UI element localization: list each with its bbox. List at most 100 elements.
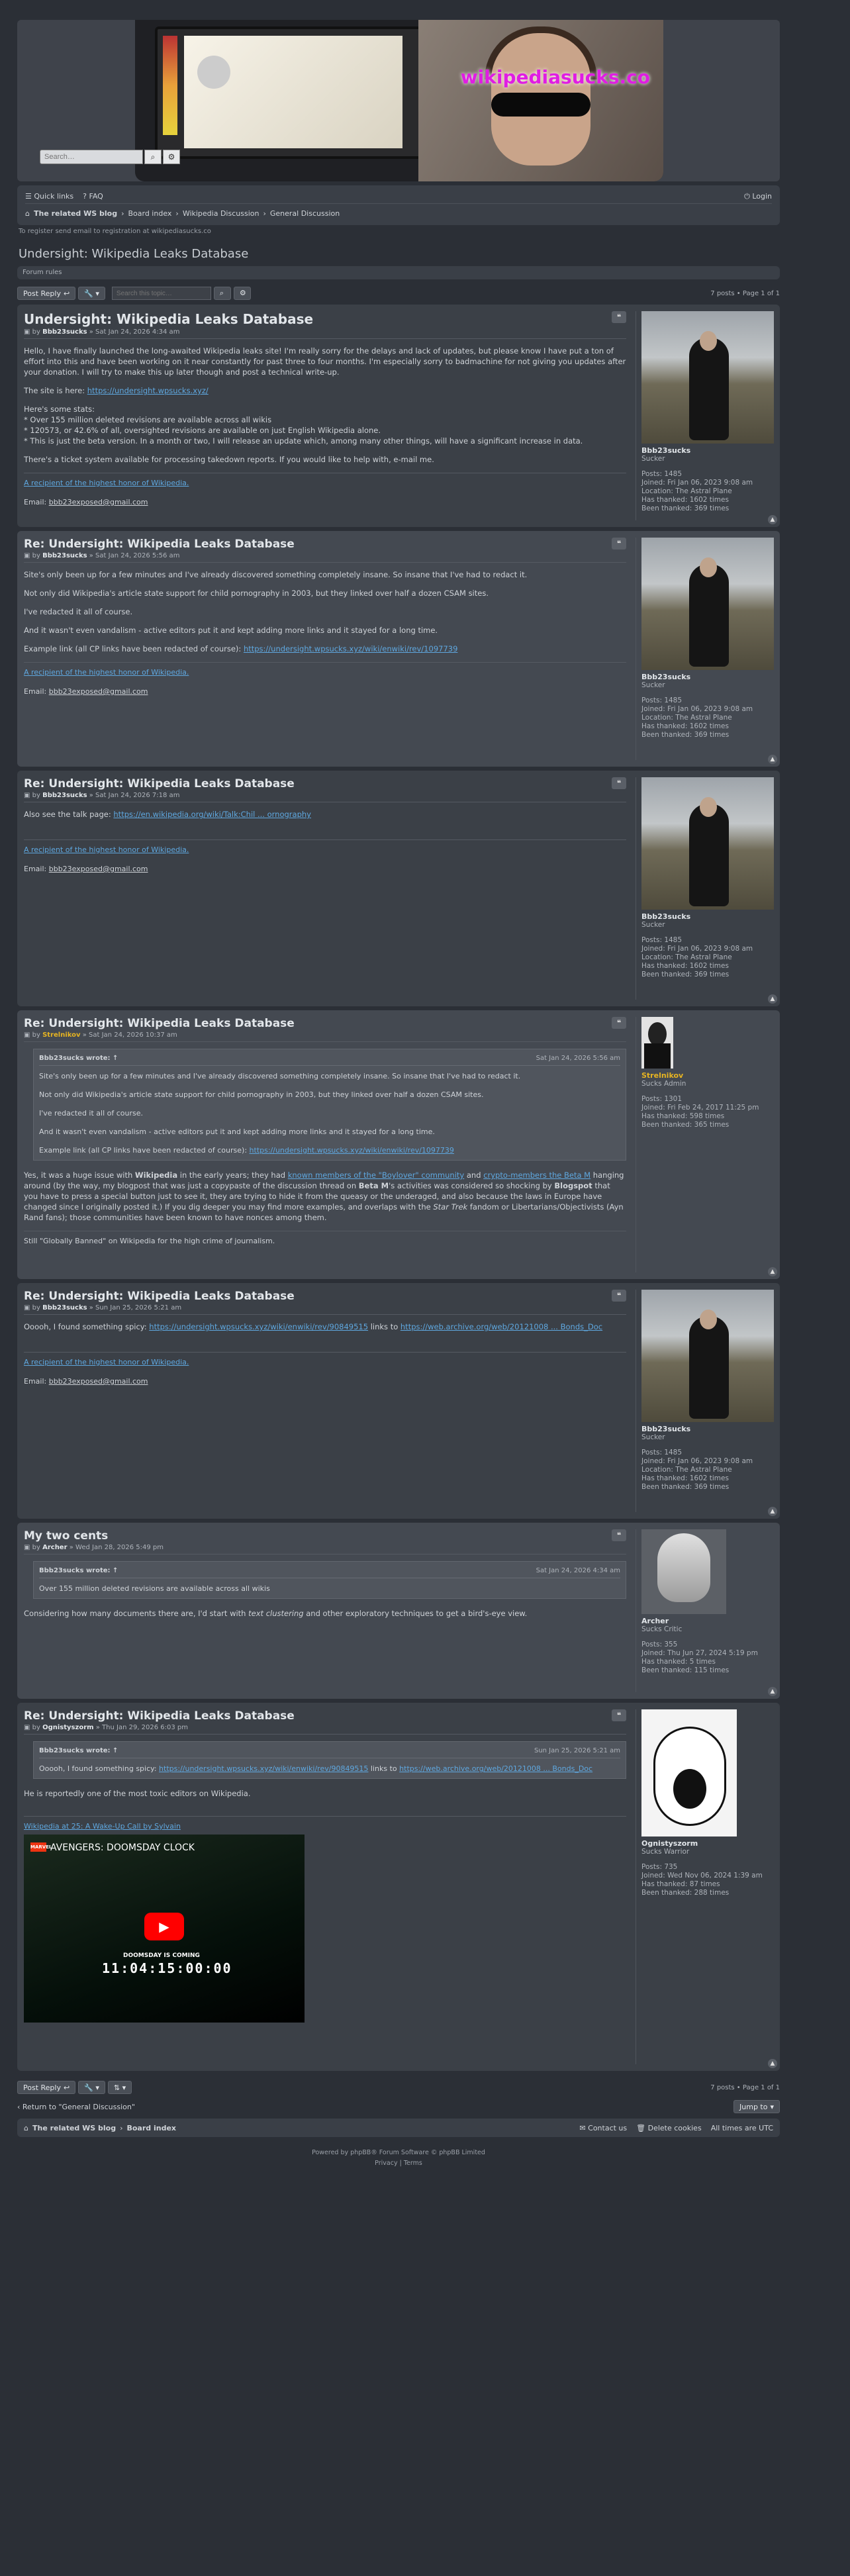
avatar[interactable] — [641, 538, 774, 670]
signature: A recipient of the highest honor of Wiki… — [24, 839, 626, 873]
delete-cookies-link[interactable]: 🗑 Delete cookies — [636, 2124, 702, 2132]
post-title[interactable]: Undersight: Wikipedia Leaks Database — [24, 311, 626, 327]
topic-search-input[interactable] — [111, 287, 211, 300]
quote-icon[interactable]: ❝ — [612, 538, 626, 549]
terms-link[interactable]: Terms — [404, 2160, 422, 2167]
topic-title[interactable]: Undersight: Wikipedia Leaks Database — [19, 247, 780, 261]
post-content: Also see the talk page: https://en.wikip… — [24, 810, 311, 819]
post-content: Bbb23sucks wrote: ↑ Sat Jan 24, 2026 5:56… — [24, 1049, 626, 1223]
site-header: wikipediasucks.co ⌕ ⚙ — [17, 20, 780, 181]
post-reply-button[interactable]: Post Reply ↩ — [17, 2081, 76, 2094]
banner-face-image — [418, 20, 663, 181]
post-content: Hello, I have finally launched the long-… — [24, 346, 626, 464]
quote-icon[interactable]: ❝ — [612, 1017, 626, 1029]
quote-icon[interactable]: ❝ — [612, 1709, 626, 1721]
back-to-top-icon[interactable]: ▲ — [768, 1507, 777, 1516]
breadcrumb-blog[interactable]: The related WS blog — [34, 209, 117, 218]
avatar[interactable] — [641, 1529, 726, 1614]
post-author-line: ▣ by Strelnikov » Sat Jan 24, 2026 10:37… — [24, 1031, 626, 1042]
author-profile: Ognistyszorm Sucks Warrior Posts: 735 Joi… — [636, 1709, 773, 2064]
jumpbox: ‹ Return to "General Discussion" Jump to… — [17, 2100, 780, 2113]
signature: A recipient of the highest honor of Wiki… — [24, 1352, 626, 1386]
avatar[interactable] — [641, 777, 774, 910]
gear-icon[interactable]: ⚙ — [163, 150, 180, 164]
post-title[interactable]: Re: Undersight: Wikipedia Leaks Database — [24, 1017, 626, 1030]
post-content: Site's only been up for a few minutes an… — [24, 570, 528, 653]
author-profile: Bbb23sucks Sucker Posts: 1485 Joined: Fri… — [636, 311, 774, 520]
sort-button[interactable]: ⇅ ▾ — [107, 2081, 132, 2094]
quote-icon[interactable]: ❝ — [612, 1529, 626, 1541]
quote-link[interactable]: https://undersight.wpsucks.xyz/wiki/enwi… — [159, 1764, 368, 1773]
topic-tools-button[interactable]: 🔧 ▾ — [78, 2081, 105, 2094]
post: Undersight: Wikipedia Leaks Database ❝ ▣… — [17, 305, 780, 527]
privacy-link[interactable]: Privacy — [375, 2160, 397, 2167]
post: Re: Undersight: Wikipedia Leaks Database… — [17, 1703, 780, 2071]
post-content: Bbb23sucks wrote: ↑ Sun Jan 25, 2026 5:21… — [24, 1741, 626, 1799]
signature: A recipient of the highest honor of Wiki… — [24, 662, 626, 696]
footer-navbar: ⌂ The related WS blog › Board index ✉ Con… — [17, 2119, 780, 2137]
back-to-top-icon[interactable]: ▲ — [768, 755, 777, 764]
topic-tools-button[interactable]: 🔧 ▾ — [78, 287, 105, 300]
quote-link[interactable]: https://undersight.wpsucks.xyz/wiki/enwi… — [250, 1146, 454, 1155]
back-to-top-icon[interactable]: ▲ — [768, 994, 777, 1004]
avatar[interactable] — [641, 1290, 774, 1422]
post-author-line: ▣ by Archer » Wed Jan 28, 2026 5:49 pm — [24, 1544, 626, 1554]
post-reply-button[interactable]: Post Reply ↩ — [17, 287, 76, 300]
breadcrumb-general-discussion[interactable]: General Discussion — [270, 209, 340, 218]
quote-icon[interactable]: ❝ — [612, 1290, 626, 1302]
post: Re: Undersight: Wikipedia Leaks Database… — [17, 771, 780, 1006]
post-author-line: ▣ by Bbb23sucks » Sat Jan 24, 2026 4:34 … — [24, 328, 626, 339]
post-title[interactable]: Re: Undersight: Wikipedia Leaks Database — [24, 538, 626, 551]
embedded-video[interactable]: MARVEL AVENGERS: DOOMSDAY CLOCK ▶ DOOMSD… — [24, 1835, 305, 2023]
post-link[interactable]: known members of the "Boylover" communit… — [288, 1170, 465, 1180]
back-to-top-icon[interactable]: ▲ — [768, 1267, 777, 1276]
post-link[interactable]: crypto-members the Beta M — [483, 1170, 590, 1180]
post-link[interactable]: https://undersight.wpsucks.xyz/wiki/enwi… — [244, 644, 457, 653]
post-link[interactable]: https://undersight.wpsucks.xyz/wiki/enwi… — [149, 1322, 368, 1331]
avatar[interactable] — [641, 311, 774, 444]
post-title[interactable]: Re: Undersight: Wikipedia Leaks Database — [24, 777, 626, 790]
site-banner[interactable]: wikipediasucks.co — [135, 20, 663, 181]
post-title[interactable]: Re: Undersight: Wikipedia Leaks Database — [24, 1290, 626, 1303]
quote-icon[interactable]: ❝ — [612, 777, 626, 789]
header-search-input[interactable] — [40, 150, 143, 164]
footer-crumb-board[interactable]: Board index — [126, 2124, 176, 2132]
breadcrumb-board-index[interactable]: Board index — [128, 209, 171, 218]
back-to-top-icon[interactable]: ▲ — [768, 2059, 777, 2068]
quote-block: Bbb23sucks wrote: ↑ Sat Jan 24, 2026 5:56… — [33, 1049, 626, 1161]
search-icon[interactable]: ⌕ — [144, 150, 162, 164]
post-link[interactable]: https://en.wikipedia.org/wiki/Talk:Chil … — [113, 810, 311, 819]
register-note: To register send email to registration a… — [19, 228, 211, 235]
back-to-top-icon[interactable]: ▲ — [768, 515, 777, 524]
author-profile: Strelnikov Sucks Admin Posts: 1301 Joined… — [636, 1017, 773, 1272]
footer-crumb-blog[interactable]: The related WS blog — [32, 2124, 116, 2132]
faq-link[interactable]: ? FAQ — [83, 192, 103, 201]
quick-links-menu[interactable]: ☰ Quick links — [25, 192, 73, 201]
reply-icon: ↩ — [63, 289, 70, 298]
back-to-top-icon[interactable]: ▲ — [768, 1687, 777, 1696]
forum-rules[interactable]: Forum rules — [17, 266, 780, 279]
avatar[interactable] — [641, 1709, 737, 1837]
action-bar-bottom: Post Reply ↩ 🔧 ▾ ⇅ ▾ 7 posts • Page 1 of… — [17, 2080, 780, 2095]
post-link[interactable]: https://web.archive.org/web/20121008 ...… — [401, 1322, 602, 1331]
contact-link[interactable]: ✉ Contact us — [579, 2124, 627, 2132]
play-icon[interactable]: ▶ — [144, 1913, 184, 1940]
video-title[interactable]: AVENGERS: DOOMSDAY CLOCK — [50, 1842, 195, 1853]
breadcrumb-wikipedia-discussion[interactable]: Wikipedia Discussion — [183, 209, 260, 218]
avatar[interactable] — [641, 1017, 673, 1069]
quote-link[interactable]: https://web.archive.org/web/20121008 ...… — [399, 1764, 592, 1773]
post-title[interactable]: Re: Undersight: Wikipedia Leaks Database — [24, 1709, 626, 1723]
quote-block: Bbb23sucks wrote: ↑ Sat Jan 24, 2026 4:34… — [33, 1561, 626, 1599]
gear-icon[interactable]: ⚙ — [233, 287, 251, 300]
post-link[interactable]: https://undersight.wpsucks.xyz/ — [87, 386, 209, 395]
header-search: ⌕ ⚙ — [40, 150, 180, 164]
pagination: 7 posts • Page 1 of 1 — [710, 2083, 780, 2091]
login-link[interactable]: ⏻ Login — [744, 192, 772, 201]
search-icon[interactable]: ⌕ — [213, 287, 231, 300]
jump-to-button[interactable]: Jump to ▾ — [733, 2100, 780, 2113]
post-title[interactable]: My two cents — [24, 1529, 626, 1543]
quote-block: Bbb23sucks wrote: ↑ Sun Jan 25, 2026 5:21… — [33, 1741, 626, 1779]
signature: Still "Globally Banned" on Wikipedia for… — [24, 1231, 626, 1245]
return-link[interactable]: ‹ Return to "General Discussion" — [17, 2103, 135, 2111]
quote-icon[interactable]: ❝ — [612, 311, 626, 323]
